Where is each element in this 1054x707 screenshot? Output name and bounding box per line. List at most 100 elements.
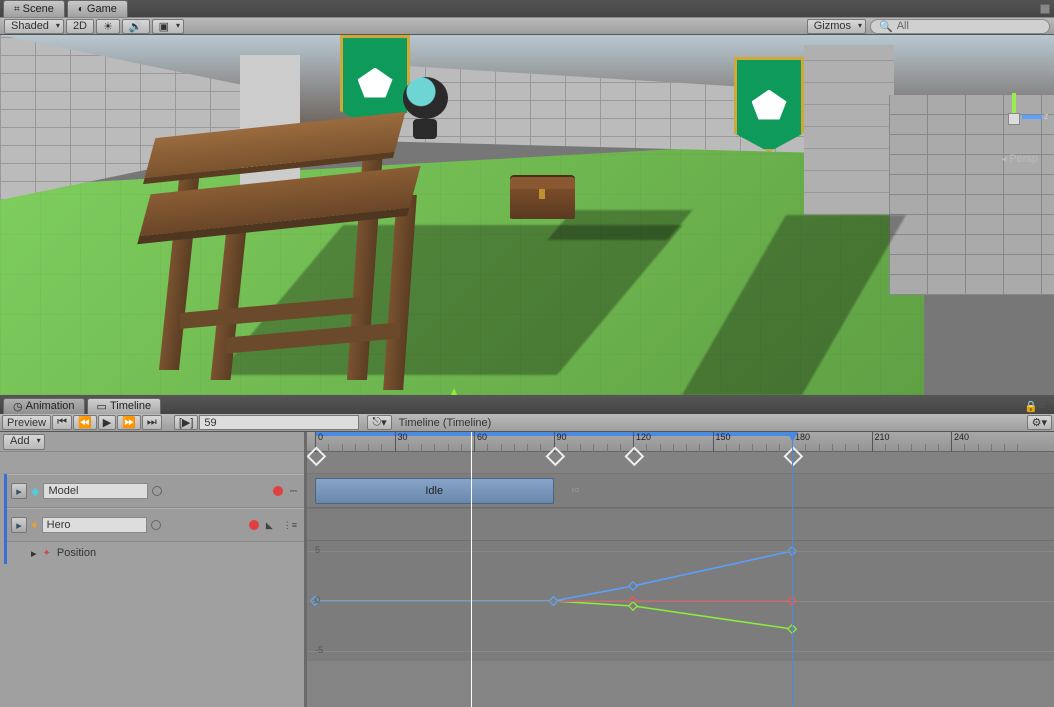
track-type-icon: ◆ (31, 485, 39, 498)
tab-timeline[interactable]: ▭Timeline (87, 398, 162, 414)
move-gizmo-icon (446, 380, 462, 395)
tab-timeline-label: Timeline (110, 400, 151, 412)
tab-game[interactable]: ◐Game (67, 0, 128, 17)
marker-tools-button[interactable]: ⎋▾ (367, 415, 391, 430)
track-name-model[interactable]: Model (43, 483, 148, 499)
panel-menu-icon[interactable]: ≡ (1039, 400, 1051, 412)
track-spacer (0, 452, 304, 474)
curve-y-label: -5 (315, 645, 323, 655)
expand-icon: ▸ (31, 547, 37, 560)
timeline-icon: ▭ (97, 400, 107, 413)
scene-viewport[interactable]: z ◂ Persp (0, 35, 1054, 395)
lock-icon[interactable]: 🔒 (1024, 400, 1036, 412)
marker-icon: ⎋ (372, 416, 381, 429)
axis-y-icon (1012, 93, 1016, 113)
hero-head (403, 77, 448, 119)
search-input[interactable]: 🔍All (870, 19, 1050, 34)
table-brace (180, 297, 360, 329)
projection-label[interactable]: ◂ Persp (1001, 153, 1038, 165)
search-icon: 🔍 (879, 20, 893, 33)
axis-z-label: z (1044, 111, 1049, 121)
track-row-hero[interactable]: ▸ ● Hero ◣ ⋮≡ (7, 508, 304, 542)
toggle-lighting-button[interactable]: ☀ (96, 19, 120, 34)
play-button[interactable]: ▶ (98, 415, 116, 430)
gizmos-label: Gizmos (814, 20, 851, 32)
axis-cube-icon (1008, 113, 1020, 125)
image-icon: ▣ (159, 21, 169, 33)
tab-animation-label: Animation (26, 400, 75, 412)
panel-menu-icon[interactable] (1040, 4, 1050, 14)
pacman-icon: ◐ (78, 4, 84, 15)
sun-icon: ☀ (103, 20, 113, 33)
curve-y-label: 5 (315, 545, 320, 555)
clip-row-hero (307, 509, 1054, 541)
loop-icon: ∞ (572, 484, 580, 496)
transform-icon: ✦ (43, 548, 51, 559)
go-start-icon: ⏮ (57, 416, 67, 429)
table-brace (225, 322, 400, 353)
prev-frame-icon: ⏪ (78, 416, 92, 429)
play-icon: ▶ (103, 416, 111, 429)
curves-icon[interactable]: ◣ (263, 520, 276, 531)
orientation-gizmo[interactable]: z (988, 93, 1038, 143)
settings-button[interactable]: ⚙▾ (1027, 415, 1052, 430)
shading-mode-dropdown[interactable]: Shaded (4, 19, 64, 34)
marker-row[interactable] (307, 452, 1054, 474)
panel-controls (1040, 4, 1054, 14)
expand-toggle[interactable]: ▸ (11, 517, 27, 533)
expand-toggle[interactable]: ▸ (11, 483, 27, 499)
track-name-model-text: Model (48, 485, 78, 497)
avatar-mask-icon[interactable] (151, 520, 161, 530)
toggle-2d-button[interactable]: 2D (66, 19, 94, 34)
ruler-tick: 30 (395, 432, 408, 452)
tab-scene[interactable]: ⌗Scene (3, 0, 65, 17)
chest (510, 177, 575, 219)
ruler-tick: 60 (474, 432, 487, 452)
curves-area[interactable]: 5 0 -5 (307, 541, 1054, 661)
playhead[interactable] (471, 432, 472, 707)
add-track-button[interactable]: Add (3, 434, 45, 450)
clip-idle-label: Idle (425, 485, 443, 497)
time-ruler[interactable]: 0306090120150180210240 (307, 432, 1054, 452)
tab-animation[interactable]: ◷Animation (3, 398, 85, 414)
toggle-audio-button[interactable]: 🔊 (122, 19, 150, 34)
record-button[interactable] (249, 520, 259, 530)
pillar-right (804, 45, 894, 215)
gizmos-dropdown[interactable]: Gizmos (807, 19, 866, 34)
record-button[interactable] (273, 486, 283, 496)
prev-frame-button[interactable]: ⏪ (73, 415, 97, 430)
track-name-hero[interactable]: Hero (42, 517, 147, 533)
end-marker[interactable] (792, 432, 793, 707)
gear-icon: ⚙ (1032, 416, 1042, 429)
tab-game-label: Game (87, 3, 117, 15)
timeline-asset-label: Timeline (Timeline) (393, 417, 498, 429)
curves-icon[interactable]: ⎓ (287, 486, 300, 497)
grid-icon: ⌗ (14, 4, 20, 15)
play-range-icon: [▶] (179, 416, 194, 429)
track-type-icon: ● (31, 519, 38, 531)
avatar-mask-icon[interactable] (152, 486, 162, 496)
preview-button[interactable]: Preview (2, 415, 51, 430)
track-menu-icon[interactable]: ⋮≡ (280, 520, 300, 531)
property-row-position[interactable]: ▸ ✦ Position (7, 542, 304, 564)
tab-scene-label: Scene (23, 3, 54, 15)
toggle-2d-label: 2D (73, 20, 87, 32)
preview-label: Preview (7, 417, 46, 429)
hero-body (413, 119, 437, 139)
next-frame-button[interactable]: ⏩ (117, 415, 141, 430)
track-row-model[interactable]: ▸ ◆ Model ⎓ (7, 474, 304, 508)
add-track-label: Add (10, 435, 30, 447)
curve-y-label: 0 (315, 595, 320, 605)
go-end-icon: ⏭ (147, 416, 157, 429)
fx-dropdown[interactable]: ▣ (152, 19, 184, 34)
banner-2 (734, 57, 804, 152)
next-frame-icon: ⏩ (122, 416, 136, 429)
go-end-button[interactable]: ⏭ (142, 415, 162, 430)
clip-idle[interactable]: Idle (315, 478, 554, 504)
play-range-button[interactable]: [▶] (174, 415, 199, 430)
timeline-area[interactable]: 0306090120150180210240 Idle ∞ 50-5 (307, 432, 1054, 707)
position-label: Position (57, 547, 96, 559)
current-frame-field[interactable]: 59 (199, 415, 359, 430)
go-start-button[interactable]: ⏮ (52, 415, 72, 430)
ruler-tick: 210 (872, 432, 890, 452)
